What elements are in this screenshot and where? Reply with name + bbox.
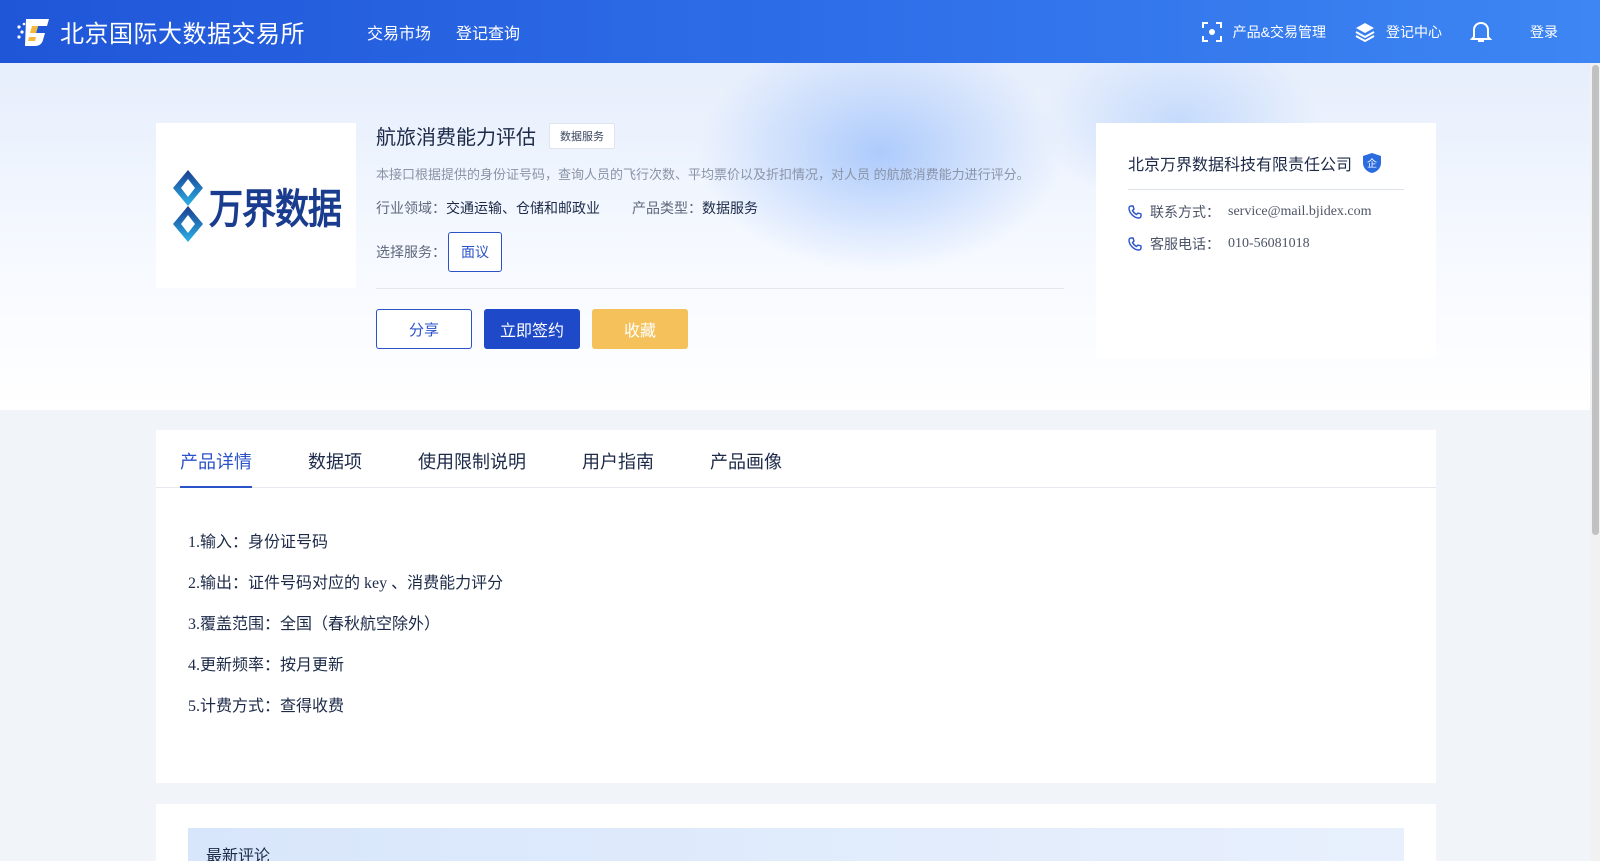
svg-text:企: 企: [1367, 157, 1377, 170]
title-row: 航旅消费能力评估 数据服务: [376, 121, 1066, 150]
phone-label: 客服电话：: [1150, 236, 1220, 252]
product-description: 本接口根据提供的身份证号码，查询人员的飞行次数、平均票价以及折扣情况，对人员 的…: [376, 167, 1030, 182]
product-logo-card: 万界数据: [156, 123, 356, 288]
nav-registry-query[interactable]: 登记查询: [456, 20, 520, 44]
top-navigation-bar: 北京国际大数据交易所 交易市场 登记查询 产品&交易管理 登记中心 登录: [0, 0, 1600, 63]
contact-email-row: 联系方式： service@mail.bjidex.com: [1128, 202, 1404, 222]
product-trade-management-label: 产品&交易管理: [1232, 23, 1326, 40]
vendor-card: 北京万界数据科技有限责任公司 企 联系方式： service@mail.bjid…: [1096, 123, 1436, 358]
contact-email[interactable]: service@mail.bjidex.com: [1228, 204, 1372, 220]
product-hero: 万界数据 航旅消费能力评估 数据服务 本接口根据提供的身份证号码，查询人员的飞行…: [0, 63, 1600, 410]
industry-label: 行业领域：: [376, 200, 446, 216]
vendor-name-row: 北京万界数据科技有限责任公司 企: [1128, 151, 1404, 175]
tab-product-details[interactable]: 产品详情: [180, 430, 252, 488]
service-selector: 选择服务： 面议: [376, 232, 1066, 272]
product-title: 航旅消费能力评估: [376, 127, 536, 149]
scan-frame-icon: [1201, 21, 1222, 42]
shield-icon: 企: [1363, 153, 1382, 173]
vendor-logo: 万界数据: [171, 168, 342, 244]
tab-usage-restrictions[interactable]: 使用限制说明: [418, 430, 526, 487]
bell-icon: [1470, 21, 1492, 42]
vendor-divider: [1128, 189, 1404, 190]
product-tag: 数据服务: [549, 122, 615, 149]
share-button[interactable]: 分享: [376, 309, 472, 349]
product-meta: 行业领域： 交通运输、仓储和邮政业 产品类型： 数据服务: [376, 198, 1066, 218]
product-detail-card: 产品详情 数据项 使用限制说明 用户指南 产品画像 1.输入：身份证号码 2.输…: [156, 430, 1436, 783]
register-center-label: 登记中心: [1386, 23, 1442, 40]
detail-item: 3.覆盖范围：全国（春秋航空除外）: [188, 616, 441, 633]
detail-item: 1.输入：身份证号码: [188, 534, 329, 551]
vendor-name[interactable]: 北京万界数据科技有限责任公司: [1128, 151, 1352, 175]
nav-market[interactable]: 交易市场: [367, 20, 431, 44]
tab-data-items[interactable]: 数据项: [308, 430, 362, 487]
tab-product-profile[interactable]: 产品画像: [710, 430, 782, 487]
diamond-logo-icon: [173, 169, 203, 242]
top-right-actions: 产品&交易管理 登记中心 登录: [1173, 0, 1558, 63]
vendor-logo-text: 万界数据: [209, 185, 342, 234]
service-option-negotiable[interactable]: 面议: [448, 232, 502, 272]
detail-item: 4.更新频率：按月更新: [188, 657, 345, 674]
details-list: 1.输入：身份证号码 2.输出：证件号码对应的 key 、消费能力评分 3.覆盖…: [156, 488, 1436, 733]
phone-number: 010-56081018: [1228, 236, 1310, 251]
type-value: 数据服务: [702, 200, 758, 216]
service-label: 选择服务：: [376, 244, 446, 260]
industry-value: 交通运输、仓储和邮政业: [446, 200, 600, 216]
brand[interactable]: 北京国际大数据交易所: [16, 14, 305, 49]
divider: [376, 288, 1064, 289]
layers-icon: [1355, 22, 1375, 42]
comments-card: 最新评论: [156, 804, 1436, 861]
comments-title: 最新评论: [188, 828, 1404, 861]
brand-name: 北京国际大数据交易所: [60, 20, 305, 48]
login-link[interactable]: 登录: [1530, 22, 1558, 42]
phone-icon: [1128, 205, 1142, 219]
type-label: 产品类型：: [632, 200, 702, 216]
detail-item: 2.输出：证件号码对应的 key 、消费能力评分: [188, 575, 504, 592]
main-nav: 交易市场 登记查询: [367, 20, 545, 44]
detail-tabs: 产品详情 数据项 使用限制说明 用户指南 产品画像: [156, 430, 1436, 488]
sign-now-button[interactable]: 立即签约: [484, 309, 580, 349]
favorite-button[interactable]: 收藏: [592, 309, 688, 349]
register-center[interactable]: 登记中心: [1354, 21, 1442, 43]
notification-button[interactable]: [1470, 20, 1492, 44]
brand-logo-icon: [17, 18, 49, 46]
contact-label: 联系方式：: [1150, 204, 1220, 220]
product-trade-management[interactable]: 产品&交易管理: [1201, 21, 1326, 43]
contact-phone-row: 客服电话： 010-56081018: [1128, 234, 1404, 254]
action-buttons: 分享 立即签约 收藏: [376, 309, 1066, 349]
tab-user-guide[interactable]: 用户指南: [582, 430, 654, 487]
scrollbar-thumb[interactable]: [1592, 65, 1599, 535]
detail-item: 5.计费方式：查得收费: [188, 698, 345, 715]
enterprise-badge: 企: [1362, 152, 1382, 174]
phone-icon: [1128, 237, 1142, 251]
page-scrollbar[interactable]: [1590, 63, 1600, 861]
product-info: 航旅消费能力评估 数据服务 本接口根据提供的身份证号码，查询人员的飞行次数、平均…: [376, 121, 1066, 349]
